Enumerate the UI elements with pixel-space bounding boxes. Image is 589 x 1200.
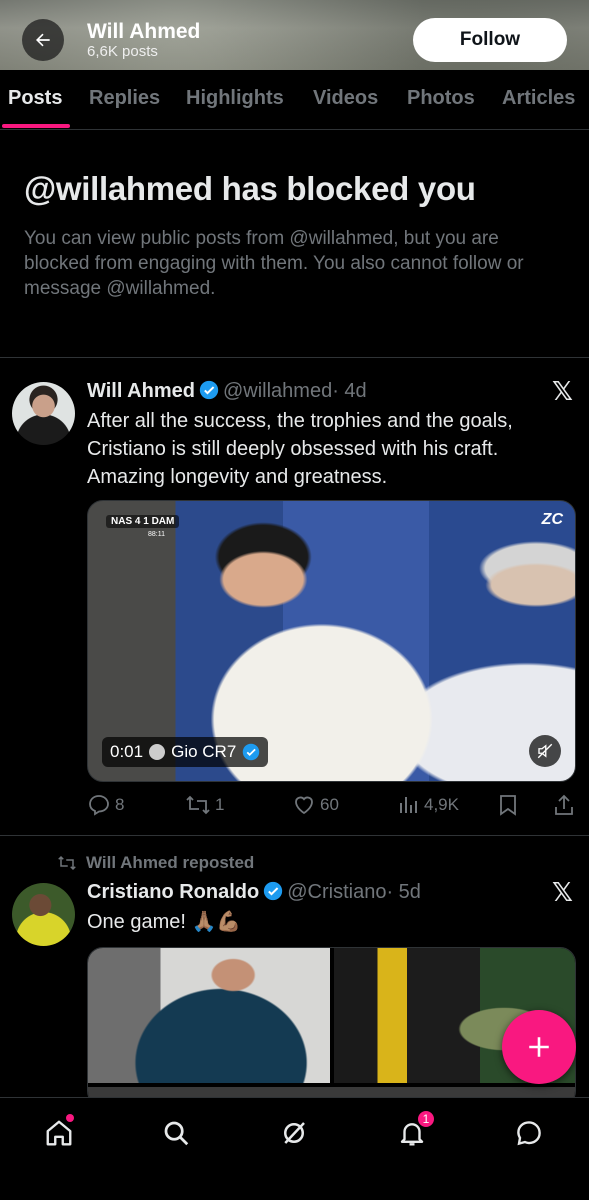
author-name[interactable]: Cristiano Ronaldo bbox=[87, 881, 259, 903]
tweet-header: Will Ahmed @willahmed· 4d bbox=[87, 380, 367, 406]
video-watermark: ZC bbox=[541, 511, 563, 528]
video-time: 0:01 bbox=[110, 742, 144, 761]
reply-icon bbox=[89, 795, 109, 816]
tweet-text: One game! 🙏🏽💪🏽 bbox=[87, 911, 242, 933]
verified-badge-icon bbox=[243, 743, 260, 761]
repost-icon bbox=[186, 795, 210, 815]
author-handle[interactable]: @Cristiano bbox=[287, 881, 386, 903]
follow-button[interactable]: Follow bbox=[413, 18, 567, 62]
heart-icon bbox=[295, 796, 313, 815]
tweet-text: After all the success, the trophies and … bbox=[87, 410, 513, 488]
compose-post-button[interactable] bbox=[502, 1010, 576, 1084]
avatar[interactable] bbox=[12, 883, 75, 946]
author-name[interactable]: Will Ahmed bbox=[87, 380, 195, 402]
tweet-time: · 4d bbox=[332, 380, 367, 402]
tweet-time: · 5d bbox=[386, 881, 421, 903]
reply-button[interactable]: 8 bbox=[87, 793, 124, 817]
speaker-muted-icon bbox=[537, 743, 553, 759]
like-count: 60 bbox=[320, 795, 339, 814]
views-chart-icon bbox=[400, 797, 417, 813]
tweet-photo-grid bbox=[87, 947, 576, 1107]
verified-badge-icon bbox=[263, 881, 283, 907]
arrow-left-icon bbox=[36, 33, 50, 47]
back-button[interactable] bbox=[22, 19, 64, 61]
tweet-video[interactable]: NAS 4 1 DAM 88:11 ZC 0:01 Gio CR7 bbox=[87, 500, 576, 782]
tab-replies[interactable]: Replies bbox=[89, 87, 160, 110]
author-handle[interactable]: @willahmed bbox=[223, 380, 332, 402]
video-source: Gio CR7 bbox=[171, 742, 237, 761]
repost-label[interactable]: Will Ahmed reposted bbox=[86, 853, 254, 873]
tweet-photo[interactable] bbox=[88, 948, 330, 1083]
profile-header: Will Ahmed 6,6K posts Follow bbox=[0, 0, 589, 70]
tab-posts[interactable]: Posts bbox=[8, 87, 62, 110]
nav-notifications[interactable]: 1 bbox=[394, 1109, 436, 1151]
repost-count: 1 bbox=[215, 795, 225, 814]
post-count: 6,6K posts bbox=[87, 43, 158, 60]
search-icon bbox=[164, 1121, 189, 1146]
views-count: 4,9K bbox=[424, 795, 459, 814]
notifications-badge: 1 bbox=[416, 1109, 436, 1129]
blocked-notice: @willahmed has blocked you You can view … bbox=[0, 130, 589, 358]
tweet-header: Cristiano Ronaldo @Cristiano· 5d bbox=[87, 881, 421, 907]
nav-search[interactable] bbox=[158, 1115, 194, 1151]
video-info-pill: 0:01 Gio CR7 bbox=[102, 737, 269, 767]
profile-name: Will Ahmed bbox=[87, 20, 201, 43]
tab-highlights[interactable]: Highlights bbox=[186, 87, 284, 110]
repost-button[interactable]: 1 bbox=[185, 793, 224, 817]
profile-tabs: Posts Replies Highlights Videos Photos A… bbox=[0, 70, 589, 130]
tab-videos[interactable]: Videos bbox=[313, 87, 378, 110]
nav-messages[interactable] bbox=[511, 1115, 547, 1151]
blocked-title: @willahmed has blocked you bbox=[24, 170, 476, 207]
blocked-description: You can view public posts from @willahme… bbox=[24, 228, 524, 299]
x-logo-icon: 𝕏 bbox=[552, 877, 573, 907]
bottom-navigation: 1 bbox=[0, 1097, 589, 1200]
grok-icon bbox=[284, 1122, 305, 1144]
tab-articles[interactable]: Articles bbox=[502, 87, 575, 110]
share-button[interactable] bbox=[553, 793, 575, 817]
repost-indicator: Will Ahmed reposted bbox=[56, 853, 254, 873]
chat-bubble-icon bbox=[517, 1121, 541, 1146]
bookmark-icon bbox=[500, 795, 516, 816]
reply-count: 8 bbox=[115, 795, 125, 814]
nav-grok[interactable] bbox=[276, 1115, 312, 1151]
like-button[interactable]: 60 bbox=[292, 793, 339, 817]
nav-home[interactable] bbox=[41, 1114, 77, 1151]
mute-button[interactable] bbox=[529, 735, 561, 767]
bookmark-button[interactable] bbox=[497, 793, 519, 817]
home-unread-dot bbox=[66, 1114, 74, 1122]
tab-photos[interactable]: Photos bbox=[407, 87, 475, 110]
share-icon bbox=[555, 794, 573, 815]
tweet-actions: 8 1 60 4,9K bbox=[87, 793, 577, 817]
home-icon bbox=[46, 1120, 72, 1146]
source-avatar-icon bbox=[149, 744, 166, 760]
views-button[interactable]: 4,9K bbox=[396, 793, 459, 817]
tweet[interactable]: Will Ahmed reposted Cristiano Ronaldo @Cr… bbox=[0, 836, 589, 1107]
x-logo-icon: 𝕏 bbox=[552, 376, 573, 406]
active-tab-indicator bbox=[2, 124, 70, 128]
video-scorebug: NAS 4 1 DAM bbox=[106, 515, 180, 528]
verified-badge-icon bbox=[199, 380, 219, 406]
video-match-clock: 88:11 bbox=[148, 531, 165, 538]
plus-icon bbox=[529, 1037, 549, 1057]
avatar[interactable] bbox=[12, 382, 75, 445]
repost-icon bbox=[58, 855, 76, 871]
tweet[interactable]: Will Ahmed @willahmed· 4d 𝕏 After all the… bbox=[0, 358, 589, 836]
